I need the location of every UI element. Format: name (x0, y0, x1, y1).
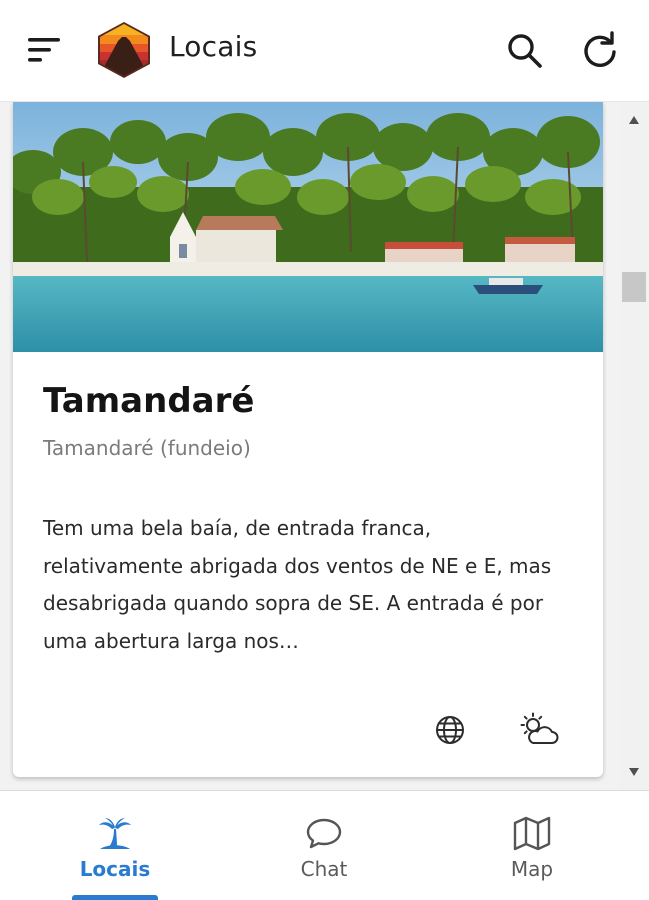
places-list: Tamandaré Tamandaré (fundeio) Tem uma be… (0, 102, 649, 790)
place-card[interactable]: Tamandaré Tamandaré (fundeio) Tem uma be… (13, 102, 603, 777)
refresh-icon (584, 31, 616, 67)
island-icon (99, 818, 131, 849)
scroll-down-arrow-icon[interactable] (627, 766, 641, 778)
chat-icon (306, 818, 342, 849)
menu-icon (28, 38, 60, 62)
nav-item-chat[interactable]: Chat (216, 791, 432, 900)
nav-label-chat: Chat (300, 857, 348, 881)
scrollbar[interactable] (619, 102, 649, 790)
bottom-navigation: Locais Chat Map (0, 790, 649, 900)
globe-icon (436, 716, 464, 744)
weather-button[interactable] (519, 712, 559, 748)
search-button[interactable] (504, 30, 544, 70)
scroll-up-arrow-icon[interactable] (627, 114, 641, 126)
search-icon (508, 34, 542, 68)
nav-item-locais[interactable]: Locais (7, 791, 223, 900)
weather-icon (520, 712, 559, 744)
place-title: Tamandaré (43, 381, 255, 421)
nav-item-map[interactable]: Map (424, 791, 640, 900)
page-title: Locais (169, 30, 258, 63)
place-subtitle: Tamandaré (fundeio) (43, 436, 251, 460)
website-button[interactable] (434, 714, 466, 746)
refresh-button[interactable] (579, 30, 621, 72)
active-tab-indicator (72, 895, 158, 900)
scroll-thumb[interactable] (622, 272, 646, 302)
place-description: Tem uma bela baía, de entrada franca, re… (43, 516, 552, 653)
volcano-logo (98, 22, 150, 78)
menu-button[interactable] (26, 35, 62, 65)
nav-label-locais: Locais (79, 857, 151, 881)
nav-label-map: Map (510, 857, 554, 881)
place-photo (13, 102, 603, 352)
app-header: Locais (0, 0, 649, 102)
map-icon (513, 816, 551, 851)
